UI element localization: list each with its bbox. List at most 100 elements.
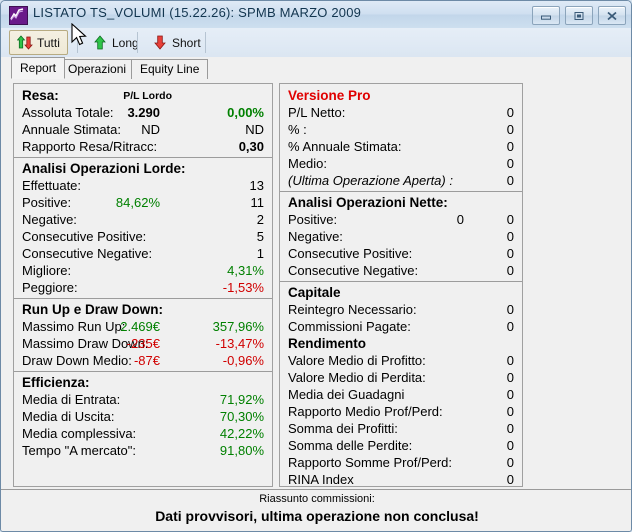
stat-row: Negative: 0 [280, 228, 522, 245]
net-stats-panel: Versione Pro P/L Netto: 0% :0% Annuale Sti… [279, 83, 523, 487]
stat-value-primary: -235€ [126, 336, 160, 351]
stat-label: Assoluta Totale: [22, 105, 114, 120]
maximize-button[interactable] [565, 6, 593, 25]
red-down-arrow-icon [152, 34, 168, 51]
stat-label: Rapporto Medio Prof/Perd: [288, 404, 443, 419]
stat-value-secondary: 71,92% [219, 392, 264, 407]
window-title: LISTATO TS_VOLUMI (15.22.26): SPMB MARZO… [33, 5, 362, 20]
stat-label: Media complessiva: [22, 426, 137, 441]
stat-row: Media di Entrata: 71,92% [14, 391, 272, 408]
stat-row: Tempo "A mercato": 91,80% [14, 442, 272, 459]
stat-value-secondary: 70,30% [219, 409, 264, 424]
stat-row: Draw Down Medio: -87€ -0,96% [14, 352, 272, 369]
tab-label-operazioni: Operazioni [68, 62, 127, 76]
section-title: Efficienza: [14, 374, 272, 391]
stat-value-secondary: 1 [256, 246, 264, 261]
stat-value-secondary: 0 [506, 319, 514, 334]
stat-value-secondary: 0 [506, 212, 514, 227]
stat-label: Consecutive Negative: [22, 246, 153, 261]
stat-value-secondary: 91,80% [219, 443, 264, 458]
filter-button-tutti[interactable]: Tutti [9, 30, 68, 55]
stat-row: Massimo Draw Down: -235€ -13,47% [14, 335, 272, 352]
section-divider [14, 298, 272, 299]
stat-row: Valore Medio di Perdita: 0 [280, 369, 522, 386]
stat-value-secondary: 0 [506, 246, 514, 261]
toolbar-separator [77, 32, 78, 53]
tab-strip: Report Operazioni Equity Line [1, 57, 631, 80]
stat-label: Annuale Stimata: [22, 122, 122, 137]
stat-label: (Ultima Operazione Aperta) : [288, 173, 453, 188]
stat-row: Negative: 2 [14, 211, 272, 228]
filter-toolbar: Tutti Long Short [1, 28, 631, 58]
stat-label: Commissioni Pagate: [288, 319, 411, 334]
stat-label: Valore Medio di Profitto: [288, 353, 426, 368]
stat-row: Consecutive Negative: 0 [280, 262, 522, 279]
stat-value-secondary: 0 [506, 173, 514, 188]
stat-label: Somma dei Profitti: [288, 421, 398, 436]
stat-label: Negative: [288, 229, 343, 244]
stat-row: Rapporto Resa/Ritracc: 0,30 [14, 138, 272, 155]
stat-value-primary: ND [141, 122, 160, 137]
filter-label-long: Long [112, 35, 139, 50]
section-title: Analisi Operazioni Lorde: [14, 160, 272, 177]
stat-label: Positive: [288, 212, 338, 227]
stat-row: (Ultima Operazione Aperta) : 0 [280, 172, 522, 189]
section-title: Run Up e Draw Down: [14, 301, 272, 318]
column-header-pl-lordo: P/L Lordo [123, 90, 172, 102]
section-divider [280, 191, 522, 192]
stat-label: Consecutive Negative: [288, 263, 419, 278]
stat-value-primary: 84,62% [115, 195, 160, 210]
stat-label: Rapporto Resa/Ritracc: [22, 139, 158, 154]
tab-report[interactable]: Report [11, 57, 66, 79]
stat-row: Annuale Stimata: ND ND [14, 121, 272, 138]
stat-label: Media di Entrata: [22, 392, 121, 407]
tab-equity-line[interactable]: Equity Line [131, 59, 209, 79]
close-button[interactable] [598, 6, 626, 25]
section-title: Resa: P/L Lordo [14, 87, 272, 104]
section-title: Analisi Operazioni Nette: [280, 194, 522, 211]
stat-label: Consecutive Positive: [22, 229, 147, 244]
section-divider [14, 157, 272, 158]
stat-row: Consecutive Positive: 5 [14, 228, 272, 245]
tab-label-equity-line: Equity Line [140, 62, 200, 76]
stat-value-primary: 2.469€ [120, 319, 160, 334]
stat-row: P/L Netto: 0 [280, 104, 522, 121]
stat-label: Negative: [22, 212, 77, 227]
tab-label-report: Report [20, 61, 57, 75]
stat-value-secondary: 0 [506, 438, 514, 453]
tab-operazioni[interactable]: Operazioni [59, 59, 136, 79]
filter-button-short[interactable]: Short [145, 30, 208, 55]
stat-value-secondary: 2 [256, 212, 264, 227]
stat-value-secondary: 11 [250, 195, 265, 210]
minimize-button[interactable] [532, 6, 560, 25]
stat-value-secondary: -0,96% [222, 353, 264, 368]
stat-row: Media dei Guadagni 0 [280, 386, 522, 403]
stat-value-secondary: 42,22% [219, 426, 264, 441]
stat-row: Migliore: 4,31% [14, 262, 272, 279]
section-title: Capitale [280, 284, 522, 301]
status-warning-message: Dati provvisori, ultima operazione non c… [155, 508, 479, 524]
stat-value-secondary: 0 [506, 370, 514, 385]
stat-value-secondary: 0 [506, 472, 514, 487]
stat-row: Effettuate: 13 [14, 177, 272, 194]
stat-row: Massimo Run Up: 2.469€ 357,96% [14, 318, 272, 335]
stat-value-secondary: 0 [506, 229, 514, 244]
stat-row: Rapporto Medio Prof/Perd: 0 [280, 403, 522, 420]
stat-row: Media di Uscita: 70,30% [14, 408, 272, 425]
stat-label: % Annuale Stimata: [288, 139, 402, 154]
stat-row: Reintegro Necessario: 0 [280, 301, 522, 318]
filter-label-tutti: Tutti [37, 35, 60, 50]
stat-label: Somma delle Perdite: [288, 438, 413, 453]
stat-row: Rapporto Somme Prof/Perd: 0 [280, 454, 522, 471]
stat-label: Rapporto Somme Prof/Perd: [288, 455, 453, 470]
stat-label: RINA Index [288, 472, 354, 487]
section-divider [14, 371, 272, 372]
title-bar[interactable]: LISTATO TS_VOLUMI (15.22.26): SPMB MARZO… [1, 1, 631, 29]
report-content: Resa: P/L Lordo Assoluta Totale: 3.290 0,00%… [1, 79, 631, 489]
section-title-label: Run Up e Draw Down: [22, 302, 163, 317]
stat-value-secondary: 0 [506, 122, 514, 137]
stat-value-secondary: 0,00% [227, 105, 264, 120]
stat-label: Migliore: [22, 263, 72, 278]
stat-label: Medio: [288, 156, 328, 171]
stat-label: Peggiore: [22, 280, 78, 295]
